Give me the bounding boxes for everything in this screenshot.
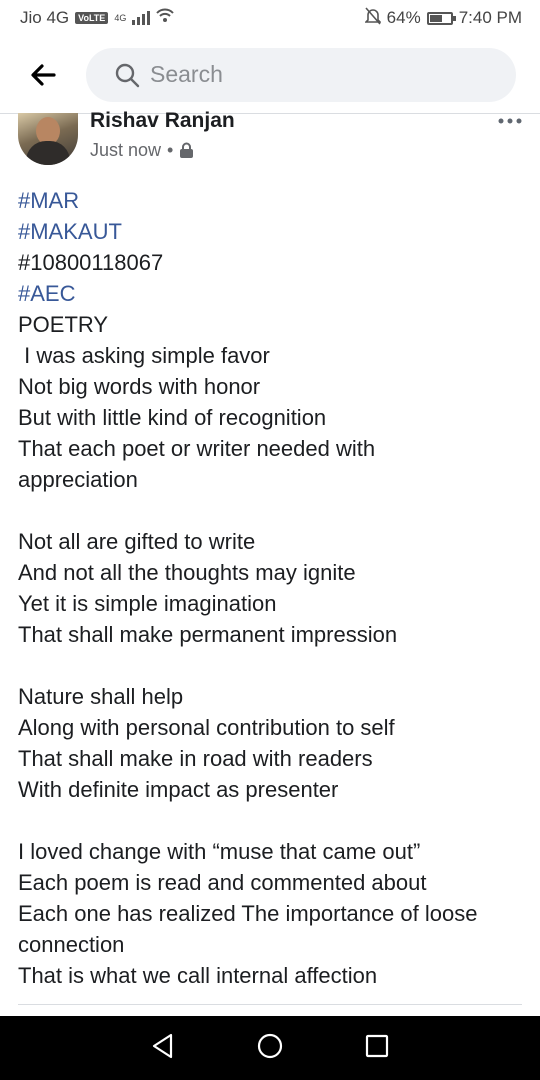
post-line: That shall make permanent impression <box>18 622 398 647</box>
search-placeholder: Search <box>150 61 223 87</box>
more-options-button[interactable] <box>498 111 522 127</box>
square-recents-icon <box>366 1034 389 1057</box>
post-line: That shall make in road with readers <box>18 746 373 771</box>
lock-icon <box>180 142 194 158</box>
wifi-hotspot-icon <box>156 8 175 29</box>
hashtag-link[interactable]: #MAR <box>18 185 522 216</box>
post-line: POETRY <box>18 312 109 337</box>
battery-icon <box>426 11 456 25</box>
post-line: Nature shall help <box>18 684 184 709</box>
post-line: Each one has realized The importance of … <box>18 901 478 926</box>
post-line: That is what we call internal affection <box>18 963 378 988</box>
post-header: Rishav Ranjan Just now • <box>18 109 522 173</box>
post-line: And not all the thoughts may ignite <box>18 560 356 585</box>
nav-back-button[interactable] <box>151 1033 175 1064</box>
post-line: I loved change with “muse that came out” <box>18 839 421 864</box>
post-line: #10800118067 <box>18 250 164 275</box>
signal-icon <box>132 11 151 25</box>
post-text: #MAR #MAKAUT #10800118067 #AEC POETRY I was … <box>18 185 522 991</box>
post-line: Each poem is read and commented about <box>18 870 427 895</box>
post-line: Not all are gifted to write <box>18 529 256 554</box>
arrow-left-icon <box>31 63 56 86</box>
post-line: But with little kind of recognition <box>18 405 327 430</box>
network-type: 4G <box>114 13 127 23</box>
search-input[interactable]: Search <box>86 47 516 102</box>
top-bar: Search <box>0 36 540 114</box>
hashtag-link[interactable]: #AEC <box>18 278 522 309</box>
meta-separator: • <box>167 140 174 160</box>
nav-recents-button[interactable] <box>365 1034 389 1063</box>
post-line: With definite impact as presenter <box>18 777 339 802</box>
system-nav-bar <box>0 1016 540 1080</box>
triangle-back-icon <box>152 1033 172 1058</box>
post-line: I was asking simple favor <box>18 343 270 368</box>
hashtag-link[interactable]: #MAKAUT <box>18 216 522 247</box>
post-line: connection <box>18 932 125 957</box>
carrier-label: Jio 4G <box>20 8 70 27</box>
clock: 7:40 PM <box>458 8 522 27</box>
volte-badge: VoLTE <box>75 12 109 24</box>
nav-home-button[interactable] <box>256 1032 284 1065</box>
back-button[interactable] <box>28 60 58 90</box>
timestamp[interactable]: Just now <box>90 140 161 161</box>
search-icon <box>115 63 140 87</box>
divider <box>18 1004 522 1005</box>
post-meta: Just now • <box>90 140 194 161</box>
status-bar: Jio 4G VoLTE 4G 64% 7:40 PM <box>0 0 540 36</box>
author-name[interactable]: Rishav Ranjan <box>90 109 235 133</box>
post-line: That each poet or writer needed with <box>18 436 376 461</box>
post-line: Along with personal contribution to self <box>18 715 395 740</box>
avatar[interactable] <box>18 113 78 165</box>
post-line: appreciation <box>18 467 138 492</box>
more-horizontal-icon <box>498 118 522 124</box>
circle-home-icon <box>257 1033 283 1058</box>
post-line: Not big words with honor <box>18 374 261 399</box>
battery-percent: 64% <box>386 8 421 27</box>
post-line: Yet it is simple imagination <box>18 591 277 616</box>
mute-bell-icon <box>363 6 382 30</box>
